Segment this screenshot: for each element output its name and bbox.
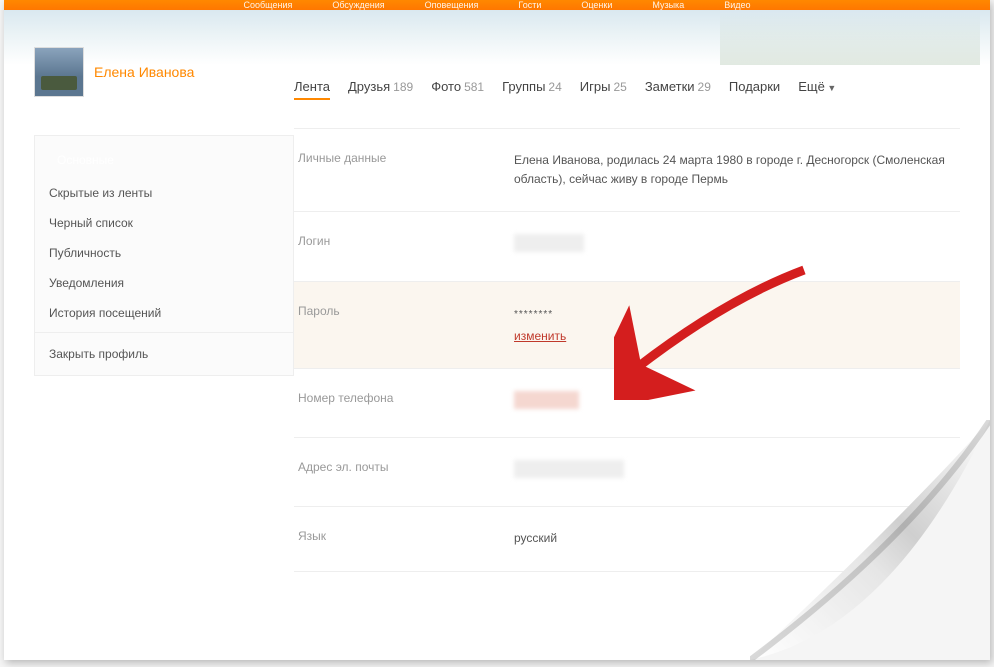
row-password[interactable]: Пароль ******** изменить (294, 282, 960, 369)
sidebar-item-close-profile[interactable]: Закрыть профиль (35, 339, 293, 369)
row-email[interactable]: Адрес эл. почты (294, 438, 960, 507)
left-column: Елена Иванова Основные Скрытые из ленты … (4, 75, 294, 572)
tab-count: 24 (548, 80, 561, 94)
sidebar-group-main: Основные Скрытые из ленты Черный список … (35, 136, 293, 333)
page: Сообщения Обсуждения Оповещения Гости Оц… (4, 0, 990, 660)
tab-groups[interactable]: Группы24 (502, 79, 562, 100)
topnav-item[interactable]: Гости (518, 0, 541, 10)
sidebar-item-basic[interactable]: Основные (45, 148, 126, 172)
content-column: Лента Друзья189 Фото581 Группы24 Игры25 … (294, 75, 990, 572)
topnav-item[interactable]: Обсуждения (332, 0, 384, 10)
row-value (514, 234, 960, 258)
main-area: Елена Иванова Основные Скрытые из ленты … (4, 65, 990, 572)
tab-more[interactable]: Ещё (798, 79, 836, 100)
row-value: ******** изменить (514, 304, 960, 346)
tab-label: Заметки (645, 79, 695, 94)
profile-username[interactable]: Елена Иванова (94, 64, 194, 80)
topnav-item[interactable]: Музыка (652, 0, 684, 10)
tab-count: 29 (698, 80, 711, 94)
sidebar-item-notifications[interactable]: Уведомления (35, 268, 293, 298)
sidebar-item-hidden-feed[interactable]: Скрытые из ленты (35, 178, 293, 208)
tab-label: Фото (431, 79, 461, 94)
row-label: Язык (294, 529, 514, 548)
profile-header: Елена Иванова (34, 47, 294, 97)
row-label: Номер телефона (294, 391, 514, 415)
topnav-item[interactable]: Оценки (581, 0, 612, 10)
row-language[interactable]: Язык русский (294, 507, 960, 571)
row-value (514, 391, 960, 415)
tab-feed[interactable]: Лента (294, 79, 330, 100)
tab-label: Группы (502, 79, 545, 94)
tab-label: Лента (294, 79, 330, 94)
tab-friends[interactable]: Друзья189 (348, 79, 413, 100)
profile-tabs: Лента Друзья189 Фото581 Группы24 Игры25 … (294, 75, 960, 100)
tab-label: Игры (580, 79, 611, 94)
row-label: Логин (294, 234, 514, 258)
row-value: Елена Иванова, родилась 24 марта 1980 в … (514, 151, 960, 189)
tab-count: 189 (393, 80, 413, 94)
sidebar-item-publicity[interactable]: Публичность (35, 238, 293, 268)
tab-notes[interactable]: Заметки29 (645, 79, 711, 100)
row-label: Адрес эл. почты (294, 460, 514, 484)
tab-label: Ещё (798, 79, 825, 94)
avatar[interactable] (34, 47, 84, 97)
redacted-value (514, 391, 579, 409)
row-value (514, 460, 960, 484)
tab-label: Подарки (729, 79, 780, 94)
topnav-item[interactable]: Сообщения (244, 0, 293, 10)
tab-count: 25 (613, 80, 626, 94)
sidebar-item-blacklist[interactable]: Черный список (35, 208, 293, 238)
redacted-value (514, 460, 624, 478)
topnav-item[interactable]: Оповещения (425, 0, 479, 10)
sidebar-group-close: Закрыть профиль (35, 333, 293, 376)
change-password-link[interactable]: изменить (514, 327, 566, 346)
row-phone[interactable]: Номер телефона (294, 369, 960, 438)
topnav-item[interactable]: Видео (724, 0, 750, 10)
row-personal-data[interactable]: Личные данные Елена Иванова, родилась 24… (294, 129, 960, 212)
tab-count: 581 (464, 80, 484, 94)
row-value: русский (514, 529, 960, 548)
sidebar-item-visit-history[interactable]: История посещений (35, 298, 293, 328)
settings-sidebar: Основные Скрытые из ленты Черный список … (34, 135, 294, 376)
password-mask: ******** (514, 309, 553, 320)
tab-label: Друзья (348, 79, 390, 94)
row-login[interactable]: Логин (294, 212, 960, 281)
top-navbar: Сообщения Обсуждения Оповещения Гости Оц… (4, 0, 990, 10)
row-label: Личные данные (294, 151, 514, 189)
settings-rows: Личные данные Елена Иванова, родилась 24… (294, 128, 960, 572)
tab-games[interactable]: Игры25 (580, 79, 627, 100)
redacted-value (514, 234, 584, 252)
tab-gifts[interactable]: Подарки (729, 79, 780, 100)
row-label: Пароль (294, 304, 514, 346)
tab-photos[interactable]: Фото581 (431, 79, 484, 100)
